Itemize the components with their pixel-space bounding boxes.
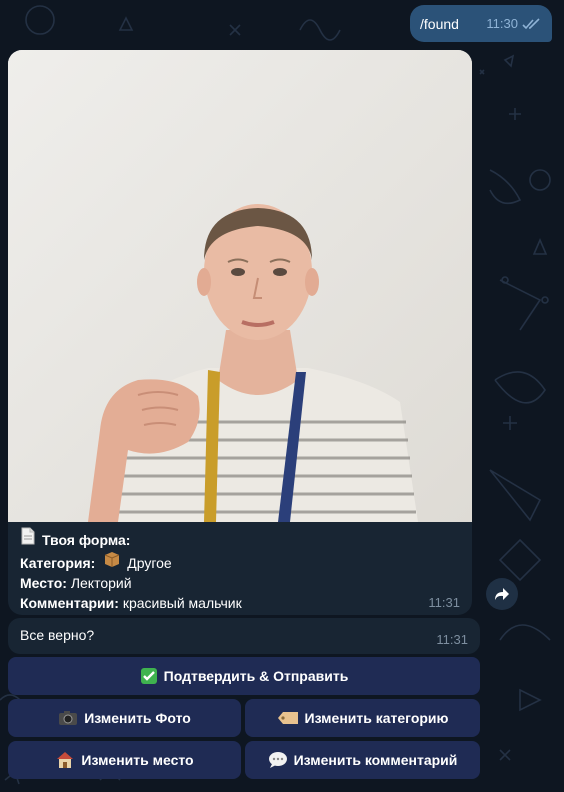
caption-category-label: Категория: [20,555,96,571]
outgoing-message-bubble[interactable]: /found 11:30 [410,5,552,42]
confirm-send-button[interactable]: Подтвердить & Отправить [8,657,480,695]
change-comment-button[interactable]: Изменить комментарий [245,741,480,779]
document-icon [20,527,36,545]
change-place-label: Изменить место [81,752,194,768]
change-category-label: Изменить категорию [304,710,449,726]
caption-comment-value: красивый мальчик [122,595,242,611]
caption-place-label: Место: [20,575,67,591]
photo-caption: Твоя форма: Категория: Другое Место: Лек… [20,527,460,613]
forward-icon [495,588,509,600]
confirm-question-message[interactable]: Все верно? 11:31 [8,618,480,654]
double-check-icon [522,17,540,29]
package-icon [103,550,121,568]
caption-comment-label: Комментарии: [20,595,119,611]
caption-form-title: Твоя форма: [42,532,131,548]
outgoing-message-time: 11:30 [486,16,518,31]
caption-place-value: Лекторий [70,575,132,591]
tag-icon [277,711,299,725]
photo-image[interactable] [8,50,472,522]
caption-comment-line: Комментарии: красивый мальчик [20,593,460,613]
forward-button[interactable] [486,578,518,610]
confirm-send-label: Подтвердить & Отправить [163,668,349,684]
outgoing-message-text: /found [420,15,459,32]
change-place-button[interactable]: Изменить место [8,741,241,779]
change-category-button[interactable]: Изменить категорию [245,699,480,737]
check-icon [140,667,158,685]
caption-title-line: Твоя форма: [20,527,460,550]
caption-category-value: Другое [127,555,172,571]
photo-message[interactable]: Твоя форма: Категория: Другое Место: Лек… [8,50,472,615]
camera-icon [58,710,78,726]
change-photo-label: Изменить Фото [84,710,191,726]
house-icon [55,751,75,769]
change-comment-label: Изменить комментарий [293,752,458,768]
confirm-question-text: Все верно? [20,627,95,643]
caption-place-line: Место: Лекторий [20,573,460,593]
change-photo-button[interactable]: Изменить Фото [8,699,241,737]
photo-message-time: 11:31 [428,595,460,610]
confirm-question-time: 11:31 [436,632,468,647]
caption-category-line: Категория: Другое [20,550,460,573]
speech-bubble-icon [268,751,288,769]
